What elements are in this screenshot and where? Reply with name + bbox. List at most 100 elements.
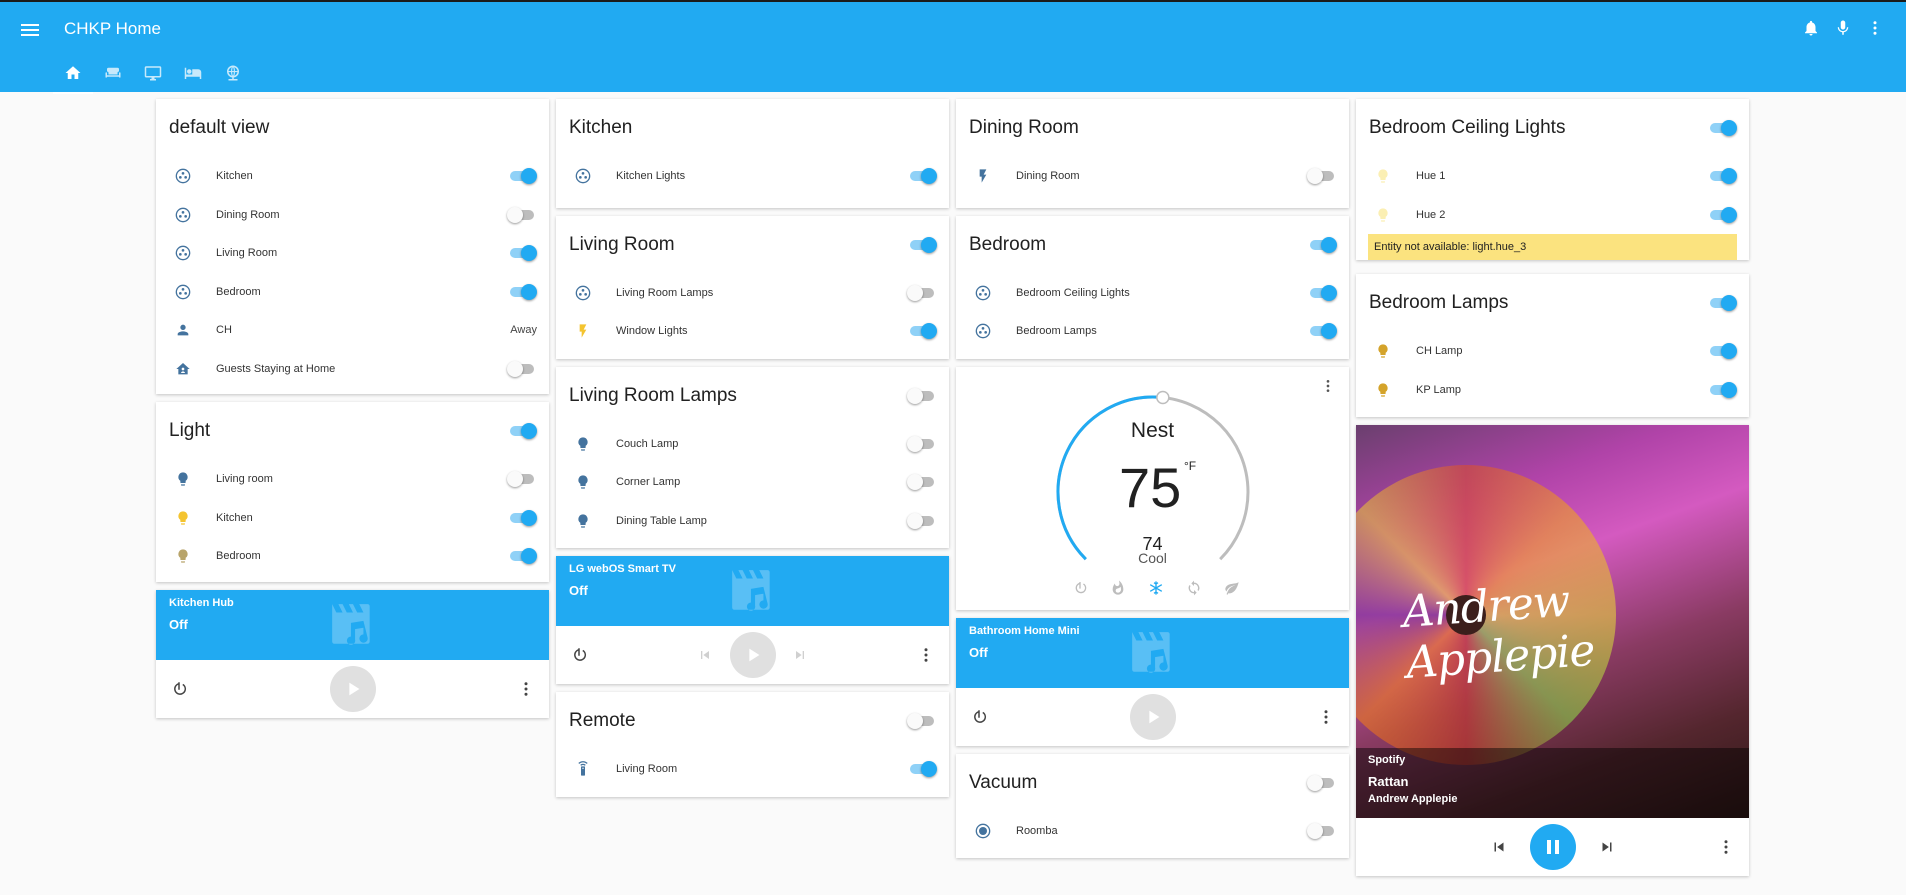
toggle-switch[interactable] <box>907 236 937 253</box>
toggle-switch[interactable] <box>907 761 937 778</box>
bulb-icon <box>1372 340 1394 362</box>
media-placeholder-icon <box>731 570 770 611</box>
entity-row[interactable]: Bedroom <box>156 537 549 576</box>
entity-row[interactable]: Living Room <box>156 234 549 273</box>
tab-home[interactable] <box>53 60 93 94</box>
toggle-switch[interactable] <box>507 471 537 488</box>
skip-next-icon[interactable] <box>789 644 811 666</box>
living-room-lamps-card: Living Room Lamps Couch Lamp Corner Lamp D… <box>556 366 949 548</box>
entity-row[interactable]: Living Room Lamps <box>556 274 949 313</box>
tab-network[interactable] <box>213 60 253 94</box>
toggle-switch[interactable] <box>907 387 937 404</box>
toggle-switch[interactable] <box>507 168 537 185</box>
entity-row[interactable]: Bedroom Lamps <box>956 312 1349 351</box>
media-player-card: LG webOS Smart TV Off <box>556 556 949 684</box>
entity-row[interactable]: Kitchen <box>156 499 549 538</box>
play-button[interactable] <box>729 632 776 678</box>
view-tabs <box>53 60 253 94</box>
skip-previous-icon[interactable] <box>694 644 716 666</box>
toggle-switch[interactable] <box>507 283 537 300</box>
tab-living-room[interactable] <box>93 60 133 94</box>
entity-label: Hue 1 <box>1416 170 1446 183</box>
power-icon[interactable] <box>568 644 590 666</box>
thermostat-handle[interactable] <box>1156 390 1170 404</box>
entity-row[interactable]: Dining Room <box>956 157 1349 196</box>
group-icon <box>172 165 194 187</box>
entity-row[interactable]: CH Away <box>156 311 549 350</box>
toggle-switch[interactable] <box>507 423 537 439</box>
entity-label: Living Room <box>616 763 678 776</box>
entity-row[interactable]: CH Lamp <box>1356 332 1749 371</box>
toggle-switch[interactable] <box>507 509 537 526</box>
toggle-switch[interactable] <box>907 474 937 491</box>
leaf-icon[interactable] <box>1221 577 1243 599</box>
entity-row[interactable]: Hue 2 <box>1356 196 1749 235</box>
tab-bedroom[interactable] <box>173 60 213 94</box>
more-vertical-icon[interactable] <box>1315 706 1337 728</box>
hvac-mode-selector <box>1069 577 1243 599</box>
entity-row[interactable]: Corner Lamp <box>556 463 949 502</box>
entity-row[interactable]: Hue 1 <box>1356 157 1749 196</box>
toggle-switch[interactable] <box>1307 774 1337 791</box>
entity-row[interactable]: Kitchen Lights <box>556 157 949 196</box>
more-vertical-icon[interactable] <box>1864 17 1886 39</box>
toggle-switch[interactable] <box>507 245 537 262</box>
power-icon[interactable] <box>968 706 990 728</box>
toggle-switch[interactable] <box>907 435 937 452</box>
toggle-switch[interactable] <box>907 512 937 529</box>
entity-row[interactable]: Bedroom Ceiling Lights <box>956 274 1349 313</box>
group-icon <box>172 281 194 303</box>
toggle-switch[interactable] <box>1307 284 1337 301</box>
toggle-switch[interactable] <box>507 548 537 565</box>
entity-row[interactable]: Living Room <box>556 750 949 789</box>
menu-icon[interactable] <box>18 18 42 42</box>
skip-previous-icon[interactable] <box>1488 836 1510 858</box>
toggle-switch[interactable] <box>907 284 937 301</box>
more-vertical-icon[interactable] <box>515 678 537 700</box>
entity-row[interactable]: Dining Table Lamp <box>556 502 949 541</box>
card-title: Living Room Lamps <box>569 384 737 406</box>
bedroom-ceiling-lights-card: Bedroom Ceiling Lights Hue 1 Hue 2 Entity… <box>1356 99 1749 260</box>
power-icon[interactable] <box>1069 577 1091 599</box>
entity-row[interactable]: Living room <box>156 460 549 499</box>
bell-icon[interactable] <box>1800 17 1822 39</box>
skip-next-icon[interactable] <box>1596 836 1618 858</box>
toggle-switch[interactable] <box>907 323 937 340</box>
toggle-switch[interactable] <box>1707 343 1737 360</box>
snowflake-icon[interactable] <box>1145 577 1167 599</box>
toggle-switch[interactable] <box>1307 323 1337 340</box>
play-button[interactable] <box>329 665 376 712</box>
tab-tv[interactable] <box>133 60 173 94</box>
microphone-icon[interactable] <box>1832 17 1854 39</box>
flame-icon[interactable] <box>1107 577 1129 599</box>
pause-button[interactable] <box>1529 824 1576 870</box>
entity-row[interactable]: Roomba <box>956 812 1349 851</box>
more-vertical-icon[interactable] <box>915 644 937 666</box>
entity-row[interactable]: Window Lights <box>556 312 949 351</box>
toggle-switch[interactable] <box>907 713 937 729</box>
entity-row[interactable]: Kitchen <box>156 157 549 196</box>
toggle-switch[interactable] <box>1307 168 1337 185</box>
toggle-switch[interactable] <box>1707 168 1737 185</box>
toggle-switch[interactable] <box>1707 381 1737 398</box>
power-icon[interactable] <box>168 678 190 700</box>
entity-row[interactable]: KP Lamp <box>1356 371 1749 410</box>
entity-row[interactable]: Couch Lamp <box>556 425 949 464</box>
toggle-switch[interactable] <box>1707 120 1737 136</box>
entity-row[interactable]: Bedroom <box>156 273 549 312</box>
more-vertical-icon[interactable] <box>1715 836 1737 858</box>
entity-label: Corner Lamp <box>616 476 681 489</box>
entity-row[interactable]: Guests Staying at Home <box>156 350 549 389</box>
toggle-switch[interactable] <box>507 360 537 377</box>
toggle-switch[interactable] <box>1707 295 1737 311</box>
toggle-switch[interactable] <box>907 168 937 185</box>
more-vertical-icon[interactable] <box>1317 375 1339 397</box>
column-1: default view Kitchen Dining Room Living Ro… <box>156 99 549 726</box>
toggle-switch[interactable] <box>507 206 537 223</box>
entity-row[interactable]: Dining Room <box>156 196 549 235</box>
toggle-switch[interactable] <box>1707 206 1737 223</box>
sync-icon[interactable] <box>1183 577 1205 599</box>
toggle-switch[interactable] <box>1307 822 1337 839</box>
play-button[interactable] <box>1129 693 1176 740</box>
toggle-switch[interactable] <box>1307 236 1337 253</box>
